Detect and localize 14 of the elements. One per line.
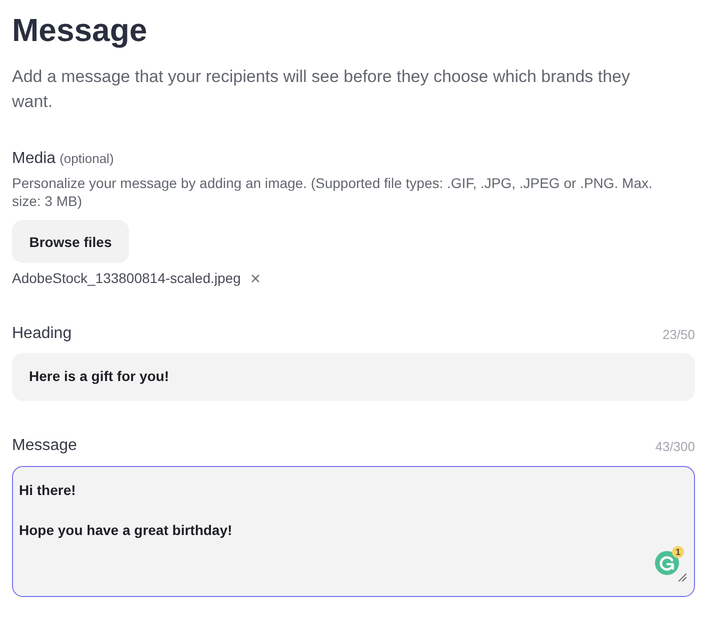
heading-field[interactable]: Here is a gift for you! xyxy=(12,353,695,401)
optional-note: (optional) xyxy=(60,151,114,166)
character-counter: 43/300 xyxy=(655,438,695,454)
close-icon[interactable] xyxy=(250,274,260,282)
field-label: Heading xyxy=(12,324,72,344)
browse-files-button[interactable]: Browse files xyxy=(12,220,129,263)
media-label: Media xyxy=(12,149,56,169)
page-title: Message xyxy=(12,11,148,50)
resize-handle-icon[interactable] xyxy=(678,573,687,582)
field-label: Message xyxy=(12,436,77,456)
character-counter: 23/50 xyxy=(662,326,695,342)
media-help-text: Personalize your message by adding an image. (Supported file types: .GIF, .JPG, .JPEG or .PNG. Max. size: 3 MB) xyxy=(12,174,654,210)
attached-file-name: AdobeStock_133800814-scaled.jpeg xyxy=(12,269,241,288)
page-description: Add a message that your recipients will see before they choose which brands they want. xyxy=(12,66,632,113)
